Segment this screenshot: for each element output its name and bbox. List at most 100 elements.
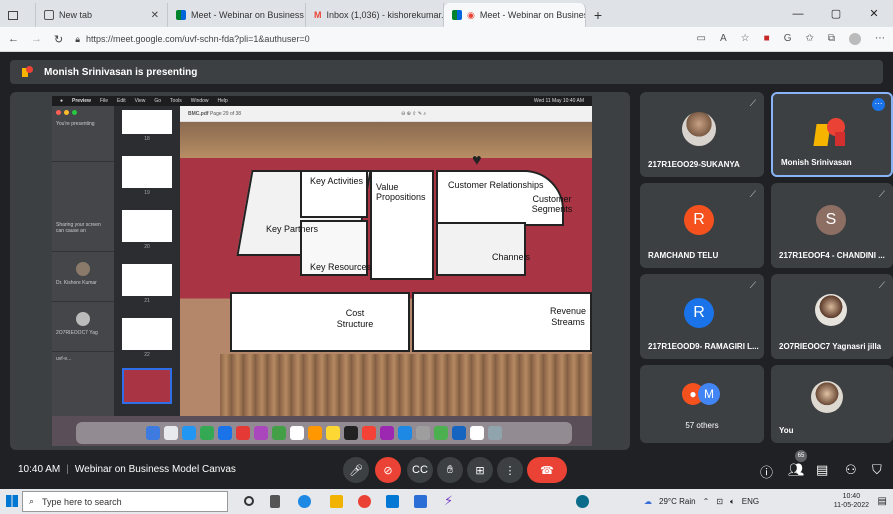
edge-icon[interactable] [298, 495, 311, 508]
participant-avatar: R [684, 298, 714, 328]
new-tab-button[interactable]: + [586, 3, 610, 27]
read-aloud-icon[interactable]: A [720, 33, 727, 45]
participant-avatar: M [698, 383, 720, 405]
participant-tile[interactable]: ⟋ 2O7RIEOOC7 Yagnasri jilla [771, 274, 893, 359]
participant-tile[interactable]: S ⟋ 217R1EOOF4 - CHANDINI ... [771, 183, 893, 268]
safari-icon [182, 426, 196, 440]
page-thumbnail-selected[interactable] [122, 368, 172, 404]
meet-icon [452, 10, 462, 20]
tab-meet-active[interactable]: ◉ Meet - Webinar on Busines ✕ [444, 3, 586, 27]
present-button[interactable]: ⊞ [467, 457, 493, 483]
gmail-icon: M [314, 10, 322, 20]
task-view-icon[interactable] [270, 495, 280, 508]
tab-actions-button[interactable] [0, 3, 36, 27]
people-count-badge: 65 [795, 450, 807, 462]
leave-call-button[interactable]: ☎︎ [527, 457, 567, 483]
camera-off-button[interactable]: ⊘ [375, 457, 401, 483]
camera-icon[interactable]: ▭ [697, 33, 706, 45]
shared-presenting-row: You're presenting [52, 106, 114, 162]
chat-icon[interactable]: ▤ [816, 462, 828, 478]
taskbar-search[interactable]: ⌕ Type here to search [22, 491, 228, 512]
refresh-icon[interactable]: ↻ [54, 33, 63, 46]
favorite-icon[interactable]: ☆ [741, 33, 750, 45]
close-icon[interactable]: ✕ [151, 10, 159, 21]
meeting-time: 10:40 AM [18, 464, 61, 475]
activities-icon[interactable]: ⚇ [845, 462, 857, 478]
notifications-icon[interactable]: ▤ [878, 496, 887, 507]
meet-window: Monish Srinivasan is presenting ● Previe… [0, 52, 893, 489]
tab-meet-1[interactable]: Meet - Webinar on Business Mo ✕ [168, 3, 306, 27]
more-options-button[interactable]: ⋮ [497, 457, 523, 483]
meeting-details-icon[interactable]: ⓘ [760, 462, 773, 481]
google-icon[interactable]: G [784, 33, 792, 45]
tab-new-tab[interactable]: New tab ✕ [36, 3, 168, 27]
shared-sharing-row: Sharing your screen can cause an [52, 162, 114, 252]
self-tile[interactable]: You [771, 365, 893, 443]
cortana-icon[interactable] [244, 496, 254, 506]
label-customer-segments: Customer Segments [531, 194, 573, 214]
tab-gmail[interactable]: M Inbox (1,036) - kishorekumar.m ✕ [306, 3, 444, 27]
weather-text[interactable]: 29°C Rain [659, 497, 696, 506]
volume-icon[interactable]: 🔈︎ [730, 497, 735, 507]
windows-start-icon[interactable] [6, 495, 18, 507]
microphone-button[interactable]: 🎤︎ [343, 457, 369, 483]
raise-hand-button[interactable]: ✋︎ [437, 457, 463, 483]
participant-photo [682, 112, 716, 146]
minimize-icon[interactable]: — [779, 8, 817, 20]
taskbar-clock[interactable]: 10:40 11-05-2022 [834, 492, 869, 510]
captions-button[interactable]: CC [407, 457, 433, 483]
more-icon[interactable]: ⋯ [875, 33, 885, 45]
mac-clock: Wed 11 May 10:40 AM [533, 98, 584, 104]
mail-icon[interactable] [386, 495, 399, 508]
tv-icon [344, 426, 358, 440]
host-controls-icon[interactable]: ⛉ [872, 462, 882, 478]
others-tile[interactable]: ● M 57 others [640, 365, 764, 443]
business-model-canvas: Key Activities Value Propositions Custom… [180, 122, 592, 416]
shared-participant-row: uvf-e... [56, 356, 72, 362]
chrome-icon[interactable] [358, 495, 371, 508]
more-options-icon[interactable]: ⋯ [872, 98, 885, 111]
lock-icon: 🔒︎ [75, 33, 81, 44]
mac-desktop: ● Preview File Edit View Go Tools Window… [52, 96, 592, 446]
recording-icon: ◉ [467, 9, 475, 20]
back-icon[interactable]: ← [8, 33, 19, 45]
page-thumbnail [122, 156, 172, 188]
presenting-banner: Monish Srinivasan is presenting [10, 60, 883, 84]
app-icon[interactable] [576, 495, 589, 508]
maximize-icon[interactable]: ▢ [817, 7, 855, 20]
page-thumbnails: 18 19 20 21 22 [114, 106, 180, 416]
participant-tile-presenter[interactable]: ⋯ Monish Srinivasan [771, 92, 893, 177]
collections-icon[interactable]: ⧉ [828, 33, 835, 45]
language-indicator[interactable]: ENG [742, 497, 759, 506]
participant-tile[interactable]: R ⟋ 217R1EOOD9- RAMAGIRI L... [640, 274, 764, 359]
label-revenue-streams: Revenue Streams [549, 306, 587, 327]
menu-window: Window [190, 98, 209, 104]
profile-avatar[interactable] [849, 33, 861, 45]
people-icon[interactable]: 👥︎ [788, 462, 805, 478]
favorites-bar-icon[interactable]: ✩ [805, 33, 813, 45]
contacts-icon [308, 426, 322, 440]
presenter-logo-icon [20, 65, 34, 79]
keynote-icon [452, 426, 466, 440]
shared-participant-row: 2O7RIEOOC7 Yag [52, 302, 114, 352]
participant-tile[interactable]: ⟋ 217R1EOO29-SUKANYA [640, 92, 764, 177]
close-window-icon[interactable]: ✕ [855, 7, 893, 20]
store-icon[interactable] [414, 495, 427, 508]
menu-preview: Preview [72, 98, 91, 104]
preview-icon [470, 426, 484, 440]
heart-icon: ♥ [472, 152, 482, 169]
forward-icon[interactable]: → [31, 33, 42, 45]
network-icon[interactable]: ⊡ [716, 497, 723, 506]
chevron-up-icon[interactable]: ⌃ [703, 497, 710, 506]
file-explorer-icon[interactable] [330, 495, 343, 508]
windows-taskbar: ⌕ Type here to search ⚡︎ ☁︎ 29°C Rain ⌃ … [0, 489, 893, 514]
menu-view: View [134, 98, 146, 104]
participant-avatar: S [816, 205, 846, 235]
shared-meet-sidebar: You're presenting Sharing your screen ca… [52, 106, 114, 416]
page-thumbnail [122, 318, 172, 350]
photos-icon [254, 426, 268, 440]
extension-icon[interactable]: ■ [764, 33, 770, 45]
url-field[interactable]: 🔒︎ https://meet.google.com/uvf-schn-fda?… [75, 30, 684, 49]
app-icon[interactable]: ⚡︎ [444, 493, 457, 508]
participant-tile[interactable]: R ⟋ RAMCHAND TELU [640, 183, 764, 268]
